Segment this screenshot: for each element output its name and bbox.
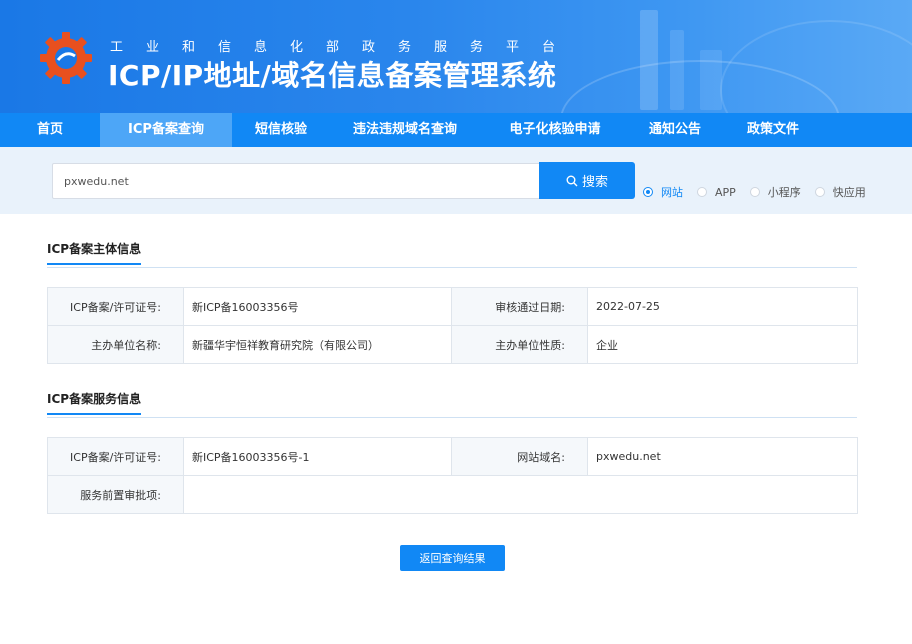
radio-quick-app[interactable]: 快应用	[814, 184, 866, 200]
table-row: 主办单位名称: 新疆华宇恒祥教育研究院（有限公司） 主办单位性质: 企业	[47, 325, 858, 364]
section-divider	[47, 267, 857, 268]
field-value: 2022-07-25	[587, 287, 858, 326]
field-label: ICP备案/许可证号:	[47, 287, 184, 326]
banner-decoration	[700, 50, 722, 110]
field-label: 服务前置审批项:	[47, 475, 184, 514]
search-type-group: 网站 APP 小程序 快应用	[643, 184, 880, 200]
nav-item-sms-verify[interactable]: 短信核验	[232, 113, 330, 147]
radio-app[interactable]: APP	[697, 186, 736, 199]
radio-label: 网站	[661, 186, 683, 199]
platform-subtitle: 工业和信息化部政务服务平台	[110, 40, 579, 55]
search-area: 搜索 网站 APP 小程序 快应用	[0, 147, 912, 214]
section-divider	[47, 417, 857, 418]
section-title-subject: ICP备案主体信息	[47, 240, 142, 265]
subject-info-table: ICP备案/许可证号: 新ICP备16003356号 审核通过日期: 2022-…	[47, 287, 858, 364]
field-label: 主办单位性质:	[451, 325, 588, 364]
search-input[interactable]	[52, 163, 540, 199]
radio-label: 快应用	[832, 186, 866, 199]
nav-item-e-verify[interactable]: 电子化核验申请	[480, 113, 630, 147]
service-info-table: ICP备案/许可证号: 新ICP备16003356号-1 网站域名: pxwed…	[47, 437, 858, 514]
nav-item-illegal-domain[interactable]: 违法违规域名查询	[330, 113, 480, 147]
field-value: 企业	[587, 325, 858, 364]
field-value: 新ICP备16003356号-1	[183, 437, 452, 476]
field-value: pxwedu.net	[587, 437, 858, 476]
radio-dot	[814, 187, 825, 197]
table-row: ICP备案/许可证号: 新ICP备16003356号-1 网站域名: pxwed…	[47, 437, 858, 476]
nav-item-notices[interactable]: 通知公告	[630, 113, 720, 147]
radio-dot	[749, 187, 760, 197]
field-value: 新疆华宇恒祥教育研究院（有限公司）	[183, 325, 452, 364]
field-label: 主办单位名称:	[47, 325, 184, 364]
banner-decoration	[640, 10, 658, 110]
field-label: 审核通过日期:	[451, 287, 588, 326]
nav-item-home[interactable]: 首页	[0, 113, 100, 147]
field-value	[183, 475, 858, 514]
system-title: ICP/IP地址/域名信息备案管理系统	[108, 59, 557, 92]
search-button[interactable]: 搜索	[539, 162, 635, 199]
back-to-results-button[interactable]: 返回查询结果	[400, 545, 505, 571]
section-title-service: ICP备案服务信息	[47, 390, 142, 415]
nav-item-icp-query[interactable]: ICP备案查询	[100, 113, 232, 147]
main-nav: 首页 ICP备案查询 短信核验 违法违规域名查询 电子化核验申请 通知公告 政策…	[0, 113, 912, 147]
table-row: ICP备案/许可证号: 新ICP备16003356号 审核通过日期: 2022-…	[47, 287, 858, 326]
banner-decoration	[720, 20, 912, 113]
header-banner: 工业和信息化部政务服务平台 ICP/IP地址/域名信息备案管理系统	[0, 0, 912, 113]
miit-logo-icon	[40, 32, 92, 84]
field-label: 网站域名:	[451, 437, 588, 476]
radio-website[interactable]: 网站	[643, 184, 683, 200]
radio-mini-program[interactable]: 小程序	[749, 184, 801, 200]
field-value: 新ICP备16003356号	[183, 287, 452, 326]
search-icon	[566, 175, 578, 186]
banner-decoration	[670, 30, 684, 110]
field-label: ICP备案/许可证号:	[47, 437, 184, 476]
radio-dot	[697, 187, 707, 197]
nav-item-policy[interactable]: 政策文件	[720, 113, 826, 147]
radio-dot	[643, 187, 653, 197]
table-row: 服务前置审批项:	[47, 475, 858, 514]
radio-label: APP	[715, 185, 736, 199]
search-button-label: 搜索	[581, 175, 608, 190]
radio-label: 小程序	[767, 186, 801, 199]
